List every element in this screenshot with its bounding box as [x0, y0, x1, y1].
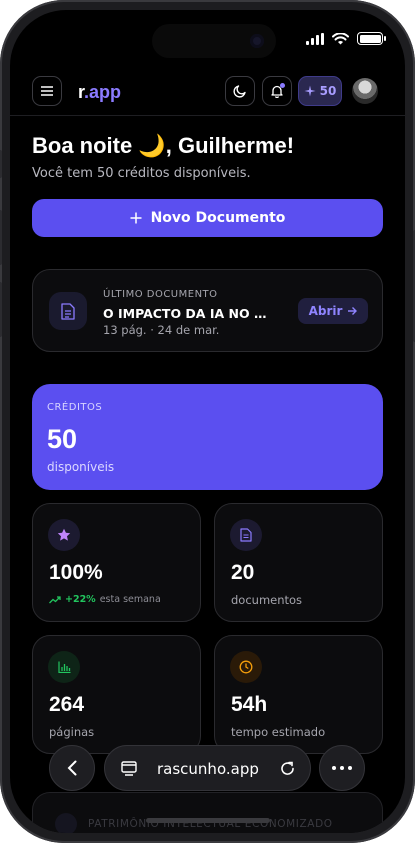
- menu-button[interactable]: [32, 76, 62, 106]
- app-header: r.app 50: [10, 66, 405, 116]
- document-icon: [230, 519, 262, 551]
- stat-card-pages: 264 páginas: [32, 635, 201, 754]
- greeting-title: Boa noite 🌙, Guilherme!: [32, 133, 295, 158]
- open-label: Abrir: [308, 304, 343, 318]
- battery-icon: [357, 32, 386, 45]
- new-document-label: Novo Documento: [150, 210, 286, 226]
- credits-badge-button[interactable]: 50: [298, 76, 342, 106]
- stat-value: 20: [231, 561, 255, 584]
- greeting-subtitle: Você tem 50 créditos disponíveis.: [32, 166, 251, 181]
- last-document-title: O IMPACTO DA IA NO MEIO AMBIENTE: [103, 306, 278, 321]
- stat-value: 100%: [49, 561, 103, 584]
- document-icon: [49, 292, 87, 330]
- bar-chart-icon: [48, 651, 80, 683]
- sparkle-icon: [304, 85, 316, 97]
- arrow-right-icon: [348, 307, 358, 315]
- phone-frame: r.app 50 Boa noite 🌙, Guilherme! Você te…: [0, 0, 415, 843]
- credits-sub: disponíveis: [47, 460, 115, 474]
- new-document-button[interactable]: Novo Documento: [32, 199, 383, 237]
- more-icon: [332, 766, 352, 770]
- more-options-button[interactable]: [319, 745, 365, 791]
- tabs-icon: [121, 761, 137, 776]
- moon-icon: [233, 85, 246, 98]
- stat-label: páginas: [49, 725, 95, 739]
- side-button-volume-down: [0, 282, 2, 337]
- stat-label: documentos: [231, 593, 303, 607]
- back-button[interactable]: [49, 745, 95, 791]
- stat-value: 54h: [231, 693, 268, 716]
- trend-up-icon: [49, 595, 61, 603]
- plus-icon: [130, 212, 142, 224]
- screen: r.app 50 Boa noite 🌙, Guilherme! Você te…: [10, 10, 405, 833]
- notification-dot: [280, 83, 285, 88]
- signal-icon: [306, 32, 324, 45]
- stat-card-progress: 100% +22% esta semana: [32, 503, 201, 622]
- app-logo[interactable]: r.app: [78, 82, 121, 103]
- camera-icon: [250, 34, 264, 48]
- stat-value: 264: [49, 693, 85, 716]
- saved-ip-card[interactable]: PATRIMÔNIO INTELECTUAL ECONOMIZADO: [32, 792, 383, 833]
- stat-trend: +22% esta semana: [49, 594, 161, 605]
- stat-label: tempo estimado: [231, 725, 326, 739]
- hamburger-icon: [41, 86, 53, 96]
- theme-toggle-button[interactable]: [225, 76, 255, 106]
- star-icon: [48, 519, 80, 551]
- credits-badge-value: 50: [319, 84, 337, 98]
- wifi-icon: [332, 32, 349, 44]
- home-indicator: [146, 818, 270, 823]
- chevron-left-icon: [67, 760, 77, 776]
- url-text: rascunho.app: [157, 760, 259, 778]
- side-button-volume-up: [0, 210, 2, 265]
- trend-label: esta semana: [99, 594, 161, 605]
- stat-card-documents: 20 documentos: [214, 503, 383, 622]
- dynamic-island: [152, 24, 276, 58]
- side-button-silent: [0, 150, 2, 178]
- clock-icon: [230, 651, 262, 683]
- open-document-button[interactable]: Abrir: [298, 298, 368, 324]
- avatar[interactable]: [352, 78, 378, 104]
- stat-card-time: 54h tempo estimado: [214, 635, 383, 754]
- reload-icon[interactable]: [279, 760, 296, 777]
- status-bar: [306, 32, 386, 45]
- credits-label: CRÉDITOS: [47, 402, 103, 413]
- last-document-meta: 13 pág. · 24 de mar.: [103, 323, 220, 337]
- peek-icon: [55, 813, 77, 833]
- credits-card: CRÉDITOS 50 disponíveis: [32, 384, 383, 490]
- last-document-label: ÚLTIMO DOCUMENTO: [103, 289, 218, 300]
- address-bar[interactable]: rascunho.app: [104, 745, 311, 791]
- credits-value: 50: [47, 424, 78, 454]
- last-document-card[interactable]: ÚLTIMO DOCUMENTO O IMPACTO DA IA NO MEIO…: [32, 269, 383, 352]
- trend-value: +22%: [65, 594, 96, 605]
- notifications-button[interactable]: [262, 76, 292, 106]
